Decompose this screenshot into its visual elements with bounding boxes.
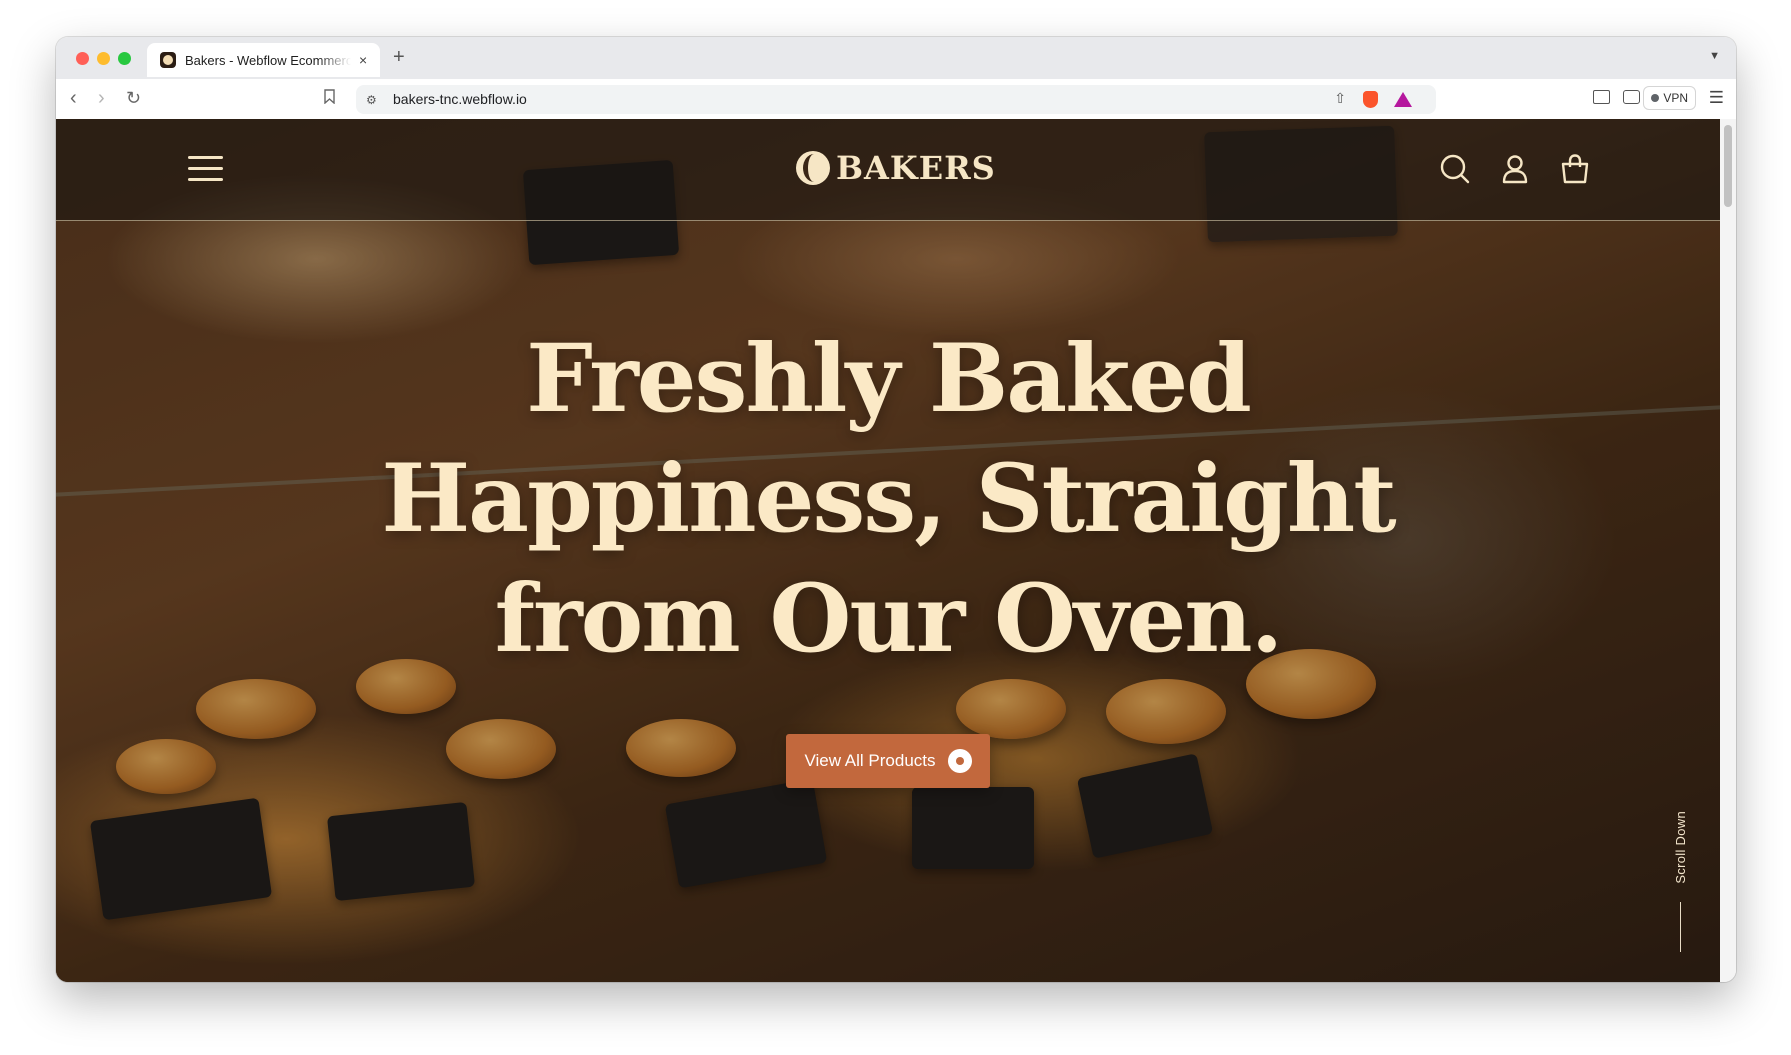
share-icon[interactable]: ⇧ [1334, 90, 1346, 107]
tab-strip: Bakers - Webflow Ecommerce × + ▼ [56, 37, 1736, 79]
vpn-button[interactable]: VPN [1643, 86, 1696, 110]
site-settings-icon[interactable]: ⚙ [366, 93, 377, 107]
bookmark-icon[interactable] [324, 89, 335, 104]
address-toolbar: ‹ › ↻ ⚙ bakers-tnc.webflow.io ⇧ VPN ☰ [56, 79, 1736, 120]
page-scrollbar[interactable] [1720, 119, 1736, 982]
vpn-status-icon [1651, 94, 1660, 102]
wallet-icon[interactable] [1623, 90, 1640, 104]
site-header: BAKERS [56, 119, 1720, 221]
sidebar-toggle-icon[interactable] [1593, 90, 1610, 104]
url-text[interactable]: bakers-tnc.webflow.io [393, 91, 527, 107]
hero-title-line: from Our Oven. [494, 564, 1284, 674]
shopping-bag-icon[interactable] [1559, 153, 1591, 185]
view-all-products-button[interactable]: View All Products [786, 734, 990, 788]
vpn-label: VPN [1663, 91, 1688, 105]
hamburger-menu-icon[interactable] [188, 156, 223, 182]
brave-rewards-icon[interactable] [1394, 92, 1412, 107]
minimize-window-button[interactable] [97, 52, 110, 65]
forward-arrow-icon[interactable]: › [98, 86, 105, 110]
reload-icon[interactable]: ↻ [126, 86, 141, 110]
brave-shields-icon[interactable] [1363, 91, 1378, 108]
scroll-down-label[interactable]: Scroll Down [1673, 811, 1688, 884]
tab-list-chevron-icon[interactable]: ▼ [1709, 50, 1720, 62]
cta-label: View All Products [804, 751, 936, 770]
circle-dot-icon [947, 749, 972, 773]
back-arrow-icon[interactable]: ‹ [70, 86, 77, 110]
scrollbar-thumb[interactable] [1724, 125, 1732, 207]
new-tab-button[interactable]: + [393, 46, 405, 69]
site-logo[interactable]: BAKERS [796, 149, 996, 187]
user-account-icon[interactable] [1499, 153, 1531, 185]
browser-tab-active[interactable]: Bakers - Webflow Ecommerce × [147, 43, 380, 77]
search-icon[interactable] [1439, 153, 1471, 185]
site-favicon-icon [160, 52, 176, 68]
close-tab-icon[interactable]: × [359, 52, 367, 68]
zoom-window-button[interactable] [118, 52, 131, 65]
logo-text: BAKERS [836, 149, 996, 187]
url-bar[interactable]: ⚙ bakers-tnc.webflow.io ⇧ [356, 85, 1436, 114]
page-viewport: BAKERS Freshly Baked Happiness, Straight… [56, 119, 1720, 982]
browser-menu-icon[interactable]: ☰ [1709, 88, 1724, 108]
scroll-indicator-line [1680, 902, 1681, 952]
hero-title-line: Freshly Baked [526, 324, 1252, 434]
close-window-button[interactable] [76, 52, 89, 65]
tab-title: Bakers - Webflow Ecommerce [185, 52, 351, 68]
hero-title-line: Happiness, Straight [381, 444, 1396, 554]
browser-window: Bakers - Webflow Ecommerce × + ▼ ‹ › ↻ ⚙… [56, 37, 1736, 982]
logo-icon [796, 151, 830, 185]
hero-title: Freshly Baked Happiness, Straight from O… [288, 319, 1488, 679]
